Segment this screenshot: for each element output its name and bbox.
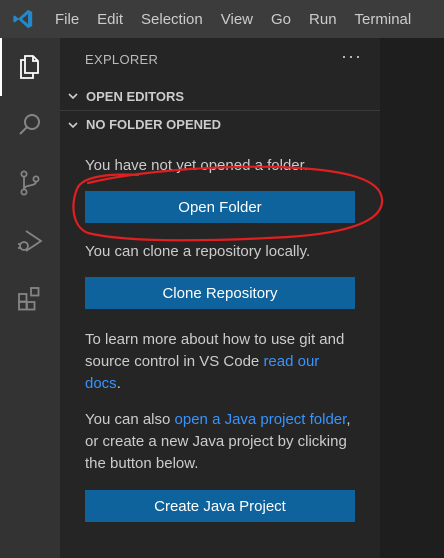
git-docs-message: To learn more about how to use git and s…	[85, 329, 355, 395]
menu-view[interactable]: View	[212, 0, 262, 38]
more-actions-icon[interactable]: ···	[341, 46, 362, 67]
activity-bar	[0, 38, 60, 558]
menu-bar: File Edit Selection View Go Run Terminal	[46, 0, 420, 38]
explorer-sidebar: EXPLORER ··· OPEN EDITORS NO FOLDER OPEN…	[60, 38, 380, 558]
menu-go[interactable]: Go	[262, 0, 300, 38]
no-folder-label: NO FOLDER OPENED	[86, 117, 222, 132]
search-icon[interactable]	[0, 96, 60, 154]
editor-area	[380, 38, 444, 558]
explorer-icon[interactable]	[0, 38, 60, 96]
run-debug-icon[interactable]	[0, 212, 60, 270]
menu-edit[interactable]: Edit	[88, 0, 132, 38]
open-editors-label: OPEN EDITORS	[86, 88, 185, 104]
clone-repository-button[interactable]: Clone Repository	[85, 277, 355, 309]
source-control-icon[interactable]	[0, 154, 60, 212]
create-java-project-button[interactable]: Create Java Project	[85, 490, 355, 522]
menu-terminal[interactable]: Terminal	[346, 0, 421, 38]
menu-run[interactable]: Run	[300, 0, 346, 38]
no-folder-section[interactable]: NO FOLDER OPENED	[60, 110, 380, 138]
chevron-down-icon	[60, 119, 86, 131]
git-docs-end: .	[116, 375, 121, 392]
open-folder-button[interactable]: Open Folder	[85, 191, 355, 223]
java-message: You can also open a Java project folder,…	[85, 409, 355, 475]
open-editors-section[interactable]: OPEN EDITORS	[60, 82, 380, 110]
open-java-project-link[interactable]: open a Java project folder	[175, 411, 347, 428]
chevron-down-icon	[60, 90, 86, 102]
title-bar: File Edit Selection View Go Run Terminal	[0, 0, 444, 38]
vscode-logo-icon	[0, 0, 46, 38]
menu-file[interactable]: File	[46, 0, 88, 38]
menu-selection[interactable]: Selection	[132, 0, 212, 38]
explorer-title: EXPLORER	[85, 52, 159, 67]
clone-message: You can clone a repository locally.	[85, 243, 311, 260]
no-folder-message: You have not yet opened a folder.	[85, 157, 308, 174]
extensions-icon[interactable]	[0, 270, 60, 328]
java-text-start: You can also	[85, 411, 175, 428]
